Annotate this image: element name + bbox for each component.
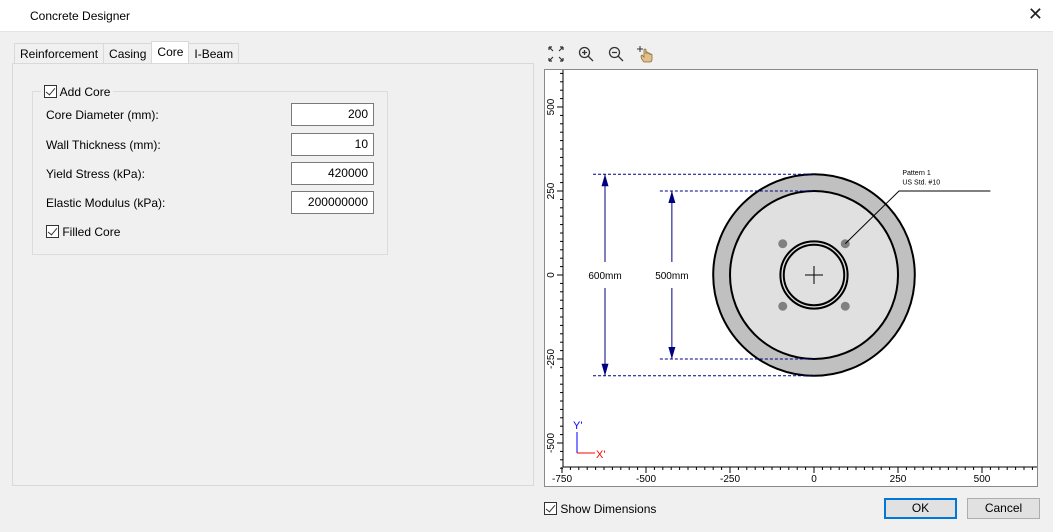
zoom-in-icon[interactable] [576,44,596,64]
tab-core[interactable]: Core [151,41,190,63]
x-tick-label: -250 [720,474,740,485]
fit-extents-icon[interactable] [546,44,566,64]
x-tick-label: 0 [811,474,817,485]
y-tick-label: 500 [546,98,557,115]
checkbox-checked-icon [44,85,57,98]
pan-hand-icon[interactable] [636,44,656,64]
dimension-label: 600mm [588,271,621,282]
title-bar: Concrete Designer ✕ [0,0,1053,32]
filled-core-checkbox[interactable]: Filled Core [46,225,120,239]
tab-i-beam[interactable]: I-Beam [188,43,240,63]
dimension-label: 500mm [655,271,688,282]
y-tick-label: 0 [546,272,557,278]
show-dimensions-checkbox[interactable]: Show Dimensions [544,502,656,516]
ok-button[interactable]: OK [884,498,957,519]
yield-stress-label: Yield Stress (kPa): [46,167,145,181]
x-tick-label: 250 [890,474,907,485]
filled-core-label: Filled Core [62,225,121,239]
section-view[interactable]: -750 -500 -250 0 250 500 500 250 0 -250 -500 600mm 5… [544,69,1038,487]
x-axis-label: X' [596,449,605,461]
arrow-up-icon [601,174,609,187]
x-tick-label: -750 [552,474,572,485]
tab-bar: Reinforcement Casing Core I-Beam [14,41,240,63]
arrow-up-icon [668,191,676,203]
x-tick-label: 500 [974,474,991,485]
wall-thickness-label: Wall Thickness (mm): [46,138,161,152]
window-title: Concrete Designer [30,9,131,23]
checkbox-checked-icon [544,502,557,515]
wall-thickness-input[interactable]: 10 [291,133,374,156]
rebar [778,301,788,311]
x-tick-label: -500 [636,474,656,485]
add-core-label: Add Core [59,85,111,99]
callout-pattern: Pattern 1 [902,170,931,177]
cancel-button[interactable]: Cancel [967,498,1040,519]
view-toolbar [546,44,656,64]
show-dimensions-label: Show Dimensions [560,502,657,516]
yield-stress-input[interactable]: 420000 [291,162,374,185]
core-diameter-label: Core Diameter (mm): [46,108,159,122]
tab-reinforcement[interactable]: Reinforcement [14,43,105,63]
rebar [840,301,850,311]
zoom-out-icon[interactable] [606,44,626,64]
tab-casing[interactable]: Casing [103,43,153,63]
checkbox-checked-icon [46,225,59,238]
elastic-modulus-label: Elastic Modulus (kPa): [46,196,166,210]
callout-bar-size: US Std. #10 [902,179,940,186]
close-icon[interactable]: ✕ [1028,4,1043,25]
add-core-checkbox[interactable]: Add Core [41,85,114,99]
arrow-down-icon [601,363,609,376]
y-axis-label: Y' [573,420,582,432]
elastic-modulus-input[interactable]: 200000000 [291,191,374,214]
rebar [778,239,788,249]
arrow-down-icon [668,347,676,359]
y-tick-label: 250 [546,182,557,199]
section-drawing: -750 -500 -250 0 250 500 500 250 0 -250 -500 600mm 5… [546,70,1037,485]
core-diameter-input[interactable]: 200 [291,103,374,126]
y-tick-label: -250 [546,349,557,369]
y-tick-label: -500 [546,433,557,453]
